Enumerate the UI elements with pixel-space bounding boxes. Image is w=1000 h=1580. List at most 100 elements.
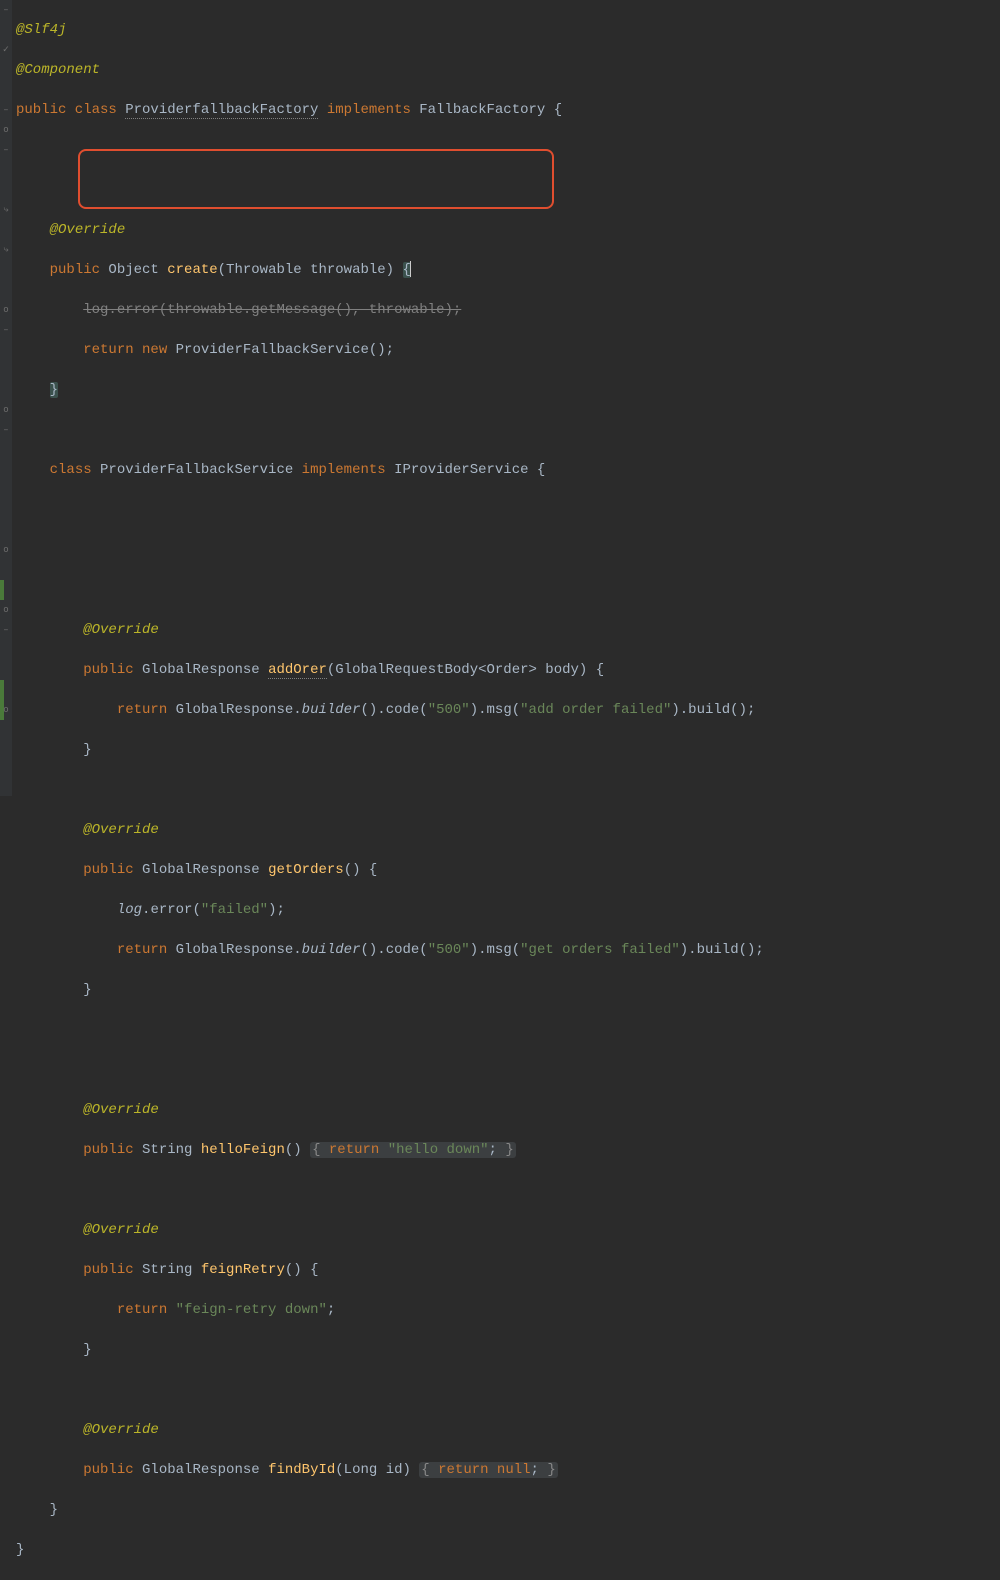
folded-block[interactable]: { return null; } (419, 1462, 557, 1478)
code-line[interactable]: } (16, 1500, 1000, 1520)
code-line[interactable]: log.error(throwable.getMessage(), throwa… (16, 300, 1000, 320)
blank-line[interactable] (16, 1060, 1000, 1080)
gutter-icon[interactable]: o (0, 300, 12, 320)
return-type: GlobalResponse (142, 1462, 268, 1478)
code-line[interactable]: log.error("failed"); (16, 900, 1000, 920)
code-line[interactable]: public class ProviderfallbackFactory imp… (16, 100, 1000, 120)
indent (16, 1422, 83, 1438)
gutter-icon[interactable]: ✓ (0, 40, 12, 60)
params: () { (285, 1262, 319, 1278)
code-line[interactable]: public Object create(Throwable throwable… (16, 260, 1000, 280)
gutter-icon[interactable]: – (0, 140, 12, 160)
code-line[interactable]: @Override (16, 1420, 1000, 1440)
annotation: @Slf4j (16, 22, 66, 38)
annotation: @Override (83, 1422, 159, 1438)
vcs-change-marker (0, 580, 4, 600)
return-type: GlobalResponse (142, 662, 268, 678)
code-line[interactable]: @Override (16, 1100, 1000, 1120)
code-line[interactable]: @Slf4j (16, 20, 1000, 40)
string: "failed" (201, 902, 268, 918)
keyword: public (83, 1142, 142, 1158)
text: { (545, 102, 562, 118)
blank-line[interactable] (16, 780, 1000, 800)
gutter-icon[interactable]: ⤷ (0, 240, 12, 260)
code-line[interactable]: @Override (16, 620, 1000, 640)
code-editor[interactable]: @Slf4j @Component public class Providerf… (12, 0, 1000, 1580)
text: ).msg( (470, 942, 520, 958)
code-line[interactable]: return GlobalResponse.builder().code("50… (16, 940, 1000, 960)
indent (16, 622, 83, 638)
indent (16, 902, 117, 918)
code-line[interactable]: public GlobalResponse addOrer(GlobalRequ… (16, 660, 1000, 680)
indent (16, 1462, 83, 1478)
code-line[interactable]: public String feignRetry() { (16, 1260, 1000, 1280)
return-type: String (142, 1142, 201, 1158)
indent (16, 1502, 50, 1518)
blank-line[interactable] (16, 580, 1000, 600)
indent (16, 302, 83, 318)
gutter-icon[interactable]: – (0, 620, 12, 640)
text: ().code( (360, 702, 427, 718)
annotation: @Override (83, 1102, 159, 1118)
code-line[interactable]: } (16, 980, 1000, 1000)
indent (16, 1102, 83, 1118)
code-line[interactable]: return new ProviderFallbackService(); (16, 340, 1000, 360)
code-line[interactable]: } (16, 380, 1000, 400)
blank-line[interactable] (16, 180, 1000, 200)
class-ref: GlobalResponse. (176, 942, 302, 958)
blank-line[interactable] (16, 140, 1000, 160)
code-line[interactable]: @Override (16, 820, 1000, 840)
keyword: public (83, 662, 142, 678)
code-line[interactable]: class ProviderFallbackService implements… (16, 460, 1000, 480)
keyword: class (50, 462, 100, 478)
folded-block[interactable]: { return "hello down"; } (310, 1142, 516, 1158)
gutter-icon[interactable]: – (0, 420, 12, 440)
gutter-icon[interactable]: o (0, 700, 12, 720)
gutter-icon[interactable]: o (0, 400, 12, 420)
gutter-icon[interactable]: – (0, 0, 12, 20)
gutter-icon[interactable]: – (0, 100, 12, 120)
keyword: return (329, 1142, 388, 1158)
gutter-icon[interactable]: o (0, 540, 12, 560)
text: ().code( (360, 942, 427, 958)
code-line[interactable]: return "feign-retry down"; (16, 1300, 1000, 1320)
blank-line[interactable] (16, 500, 1000, 520)
code-line[interactable]: } (16, 1540, 1000, 1560)
string: "500" (428, 702, 470, 718)
blank-line[interactable] (16, 1180, 1000, 1200)
code-line[interactable]: public GlobalResponse getOrders() { (16, 860, 1000, 880)
gutter-icon[interactable]: o (0, 120, 12, 140)
params: (Long id) (335, 1462, 419, 1478)
blank-line[interactable] (16, 420, 1000, 440)
keyword: public class (16, 102, 125, 118)
string: "add order failed" (520, 702, 671, 718)
code-line[interactable]: } (16, 1340, 1000, 1360)
code-line[interactable]: @Component (16, 60, 1000, 80)
indent (16, 1342, 83, 1358)
params: () (285, 1142, 310, 1158)
text: ; (489, 1142, 506, 1158)
code-line[interactable]: public String helloFeign() { return "hel… (16, 1140, 1000, 1160)
keyword: return null (438, 1462, 530, 1478)
annotation: @Override (83, 622, 159, 638)
method-name: create (167, 262, 217, 278)
gutter-icon[interactable]: ⤷ (0, 200, 12, 220)
indent (16, 942, 117, 958)
interface-name: FallbackFactory (419, 102, 545, 118)
brace: } (50, 1502, 58, 1518)
gutter-icon[interactable]: – (0, 320, 12, 340)
blank-line[interactable] (16, 1020, 1000, 1040)
return-type: Object (108, 262, 167, 278)
gutter-icon[interactable]: o (0, 600, 12, 620)
code-line[interactable]: } (16, 740, 1000, 760)
blank-line[interactable] (16, 1380, 1000, 1400)
code-line[interactable]: @Override (16, 1220, 1000, 1240)
brace: } (83, 742, 91, 758)
string: "get orders failed" (520, 942, 680, 958)
code-line[interactable]: @Override (16, 220, 1000, 240)
method-name: findById (268, 1462, 335, 1478)
blank-line[interactable] (16, 540, 1000, 560)
code-line[interactable]: public GlobalResponse findById(Long id) … (16, 1460, 1000, 1480)
code-line[interactable]: return GlobalResponse.builder().code("50… (16, 700, 1000, 720)
strikethrough-code: log.error(throwable.getMessage(), throwa… (83, 302, 461, 318)
